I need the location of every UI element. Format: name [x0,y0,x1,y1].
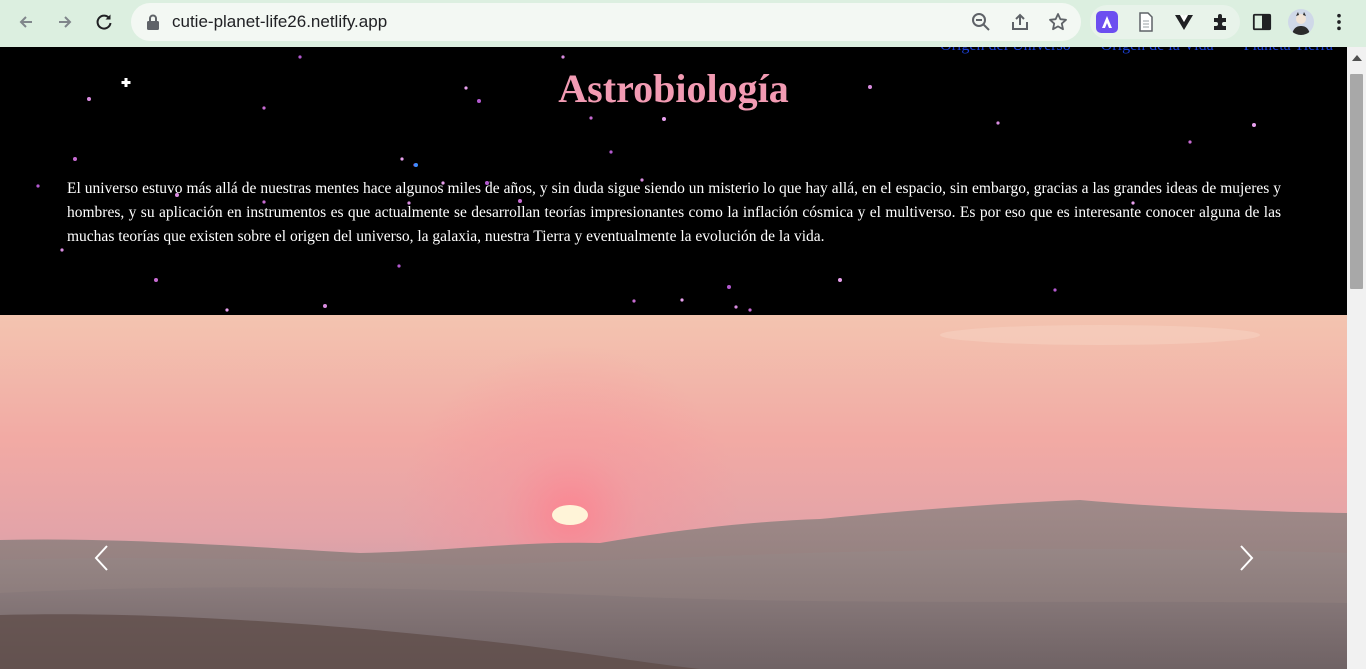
scrollbar-thumb[interactable] [1350,74,1363,289]
forward-button[interactable] [49,6,81,38]
star [1188,140,1192,144]
top-navigation: Origen del Universo Origen de la Vida Pl… [940,47,1333,55]
star [73,157,77,161]
address-bar[interactable]: cutie-planet-life26.netlify.app [131,3,1081,41]
carousel-prev-button[interactable] [90,543,114,573]
reload-button[interactable] [88,6,120,38]
zoom-icon[interactable] [971,12,991,32]
star [414,163,418,167]
star [36,184,40,188]
carousel-next-button[interactable] [1234,543,1258,573]
vue-devtools-icon[interactable] [1173,11,1195,33]
profile-avatar[interactable] [1288,9,1314,35]
star [60,248,64,252]
star [298,55,302,59]
star [727,285,731,289]
star [323,304,327,308]
star [996,121,1000,125]
document-extension-icon[interactable] [1135,11,1157,33]
star [680,298,684,302]
reload-icon [96,14,112,30]
star [838,278,842,282]
star [662,117,666,121]
nav-link-origen-universo[interactable]: Origen del Universo [940,47,1071,55]
chevron-right-icon [1240,545,1254,571]
carousel [0,315,1347,669]
star [397,264,401,268]
bookmark-star-icon[interactable] [1048,12,1068,32]
back-button[interactable] [10,6,42,38]
star [632,299,636,303]
star [1252,123,1256,127]
nav-link-origen-vida[interactable]: Origen de la Vida [1101,47,1214,55]
scroll-up-arrow-icon[interactable] [1352,55,1362,61]
star [154,278,158,282]
page-viewport: Origen del Universo Origen de la Vida Pl… [0,47,1347,669]
star [609,150,613,154]
star [748,308,752,312]
star [589,116,593,120]
vertical-scrollbar[interactable] [1347,47,1366,669]
share-icon[interactable] [1010,12,1030,32]
carousel-image-desert-sunset [0,315,1347,669]
star [400,157,404,161]
intro-paragraph: El universo estuvo más allá de nuestras … [67,180,1281,245]
chevron-left-icon [94,545,108,571]
arrow-left-icon [19,16,32,28]
side-panel-icon[interactable] [1251,11,1273,33]
nav-link-planeta-tierra[interactable]: Planeta Tierra [1244,47,1333,55]
url-text[interactable]: cutie-planet-life26.netlify.app [172,12,387,32]
more-menu-icon[interactable] [1328,11,1350,33]
star [734,305,738,309]
star [561,55,565,59]
puzzle-icon[interactable] [1210,11,1232,33]
browser-toolbar: cutie-planet-life26.netlify.app [0,0,1366,47]
star [225,308,229,312]
lock-icon [147,14,159,30]
arrow-right-icon [59,16,72,28]
extension-a-icon[interactable] [1096,11,1118,33]
extensions-group [1090,5,1240,39]
star [1053,288,1057,292]
page-title: Astrobiología [558,66,789,111]
